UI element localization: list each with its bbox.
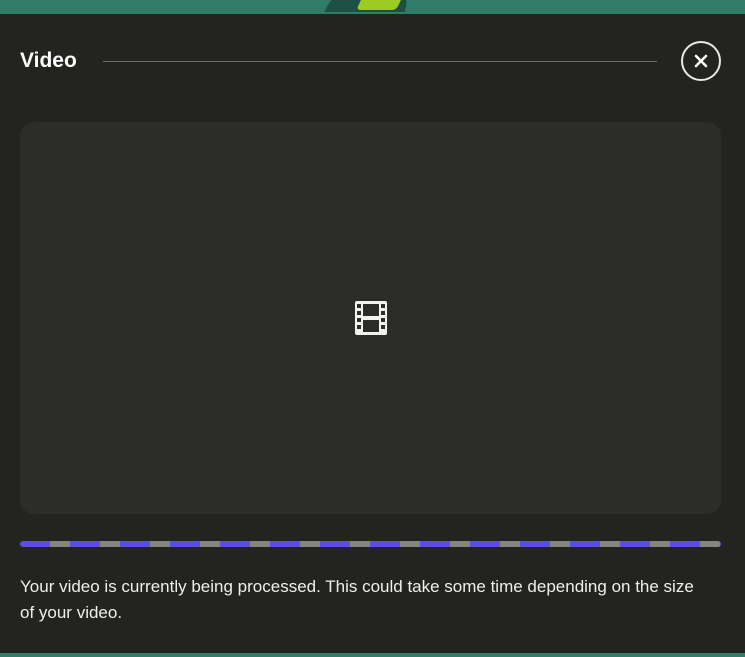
video-modal: Video Your video is currently being proc… (0, 14, 745, 653)
video-player-placeholder (20, 122, 721, 514)
modal-header: Video (20, 38, 721, 84)
header-divider (102, 60, 657, 62)
film-icon (354, 300, 388, 336)
processing-message: Your video is currently being processed.… (20, 577, 694, 622)
modal-title: Video (20, 49, 77, 72)
close-button[interactable] (681, 41, 721, 81)
close-icon (694, 54, 708, 68)
processing-progress-bar (20, 541, 721, 547)
